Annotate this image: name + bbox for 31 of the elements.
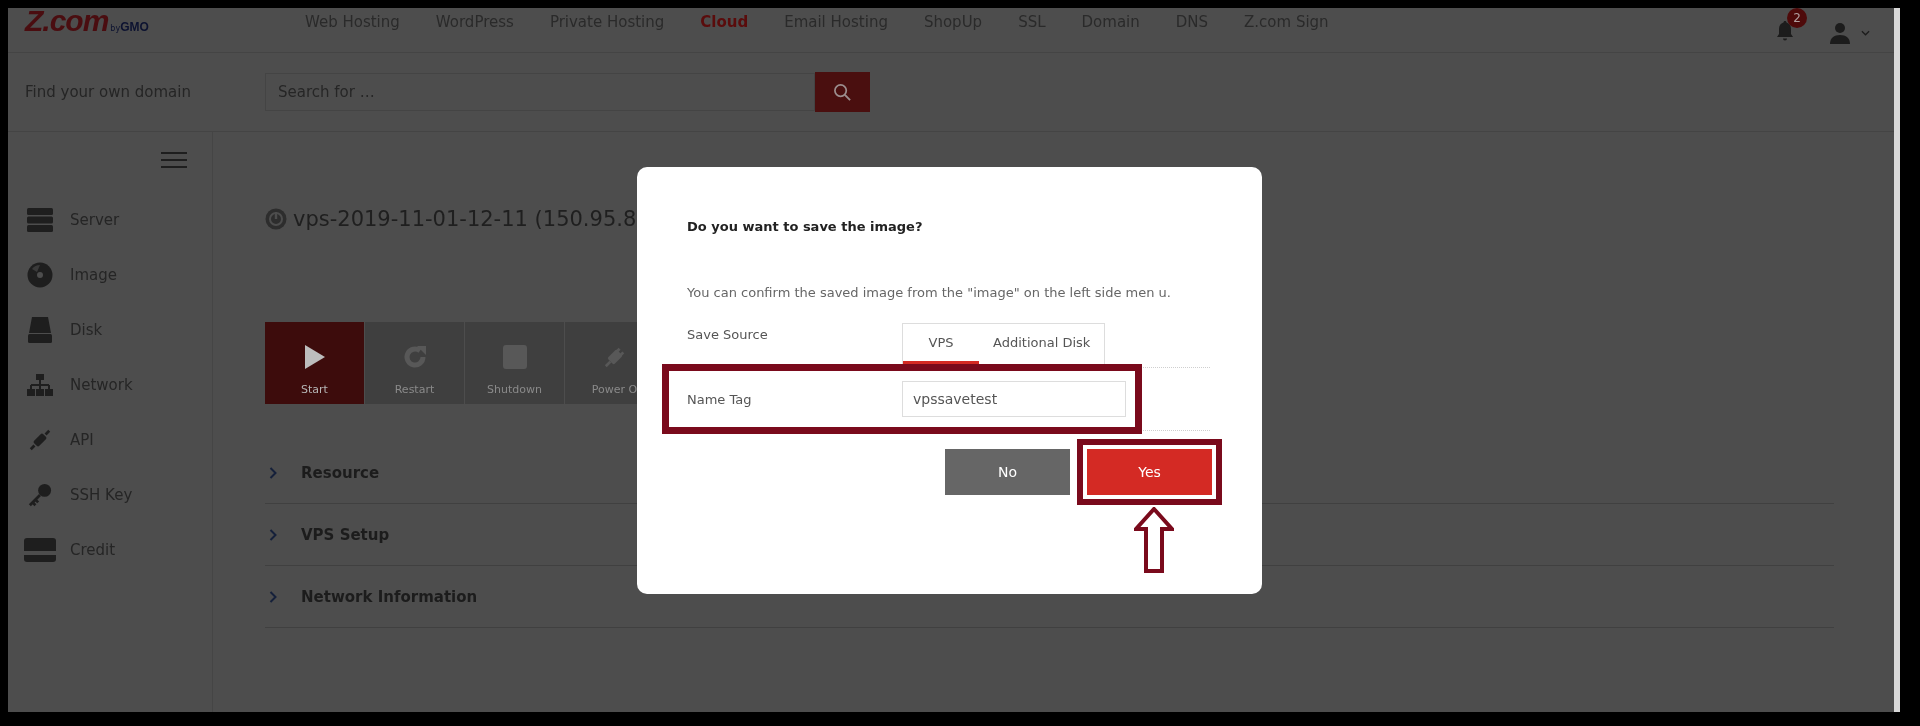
no-button[interactable]: No	[945, 449, 1070, 495]
caret-icon[interactable]	[1861, 30, 1870, 36]
power-status-icon	[265, 208, 287, 230]
bell-icon[interactable]	[1775, 20, 1795, 42]
logo-gmo: GMO	[120, 20, 149, 34]
name-tag-field[interactable]: vpssavetest	[902, 381, 1126, 417]
dialog-message: You can confirm the saved image from the "image" on the left side men u.	[687, 284, 1172, 302]
field-label: Save Source	[687, 326, 769, 342]
plug-icon	[28, 427, 52, 452]
server-icon	[27, 207, 53, 232]
search-icon	[833, 82, 852, 102]
menu-icon[interactable]	[161, 152, 187, 168]
logo[interactable]: Z.com	[25, 8, 109, 38]
notification-badge: 2	[1787, 8, 1807, 28]
action-button[interactable]: Start	[265, 322, 364, 404]
key-icon	[28, 482, 52, 507]
dialog-title: Do you want to save the image?	[687, 219, 924, 234]
user-icon[interactable]	[1829, 22, 1851, 44]
network-icon	[27, 373, 53, 396]
stop-icon	[502, 344, 527, 369]
search-button[interactable]	[815, 72, 870, 112]
logo-by: by	[110, 24, 121, 33]
yes-button[interactable]: Yes	[1087, 449, 1212, 495]
field-label: Name Tag	[687, 391, 753, 407]
refresh-icon	[402, 344, 427, 369]
hard-drive-icon	[28, 316, 52, 343]
play-icon	[304, 344, 325, 369]
disc-icon	[27, 261, 53, 288]
up-arrow-icon	[1134, 507, 1174, 573]
nav-link[interactable]: Cloud	[700, 13, 749, 31]
credit-card-icon	[24, 537, 56, 562]
